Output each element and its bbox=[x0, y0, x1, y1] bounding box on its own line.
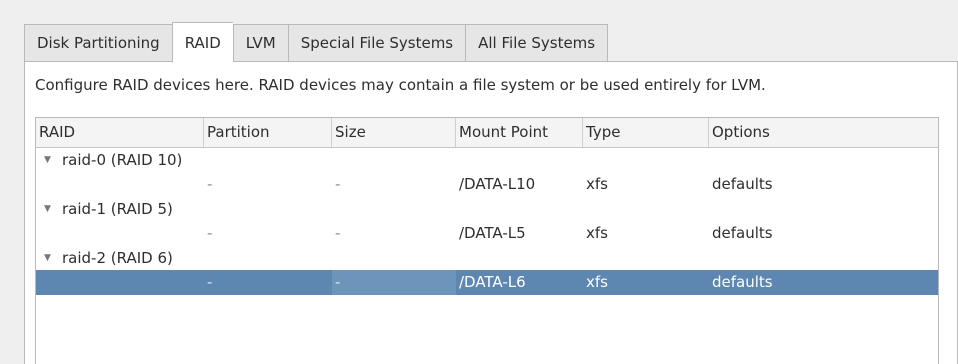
column-header-type[interactable]: Type bbox=[583, 118, 709, 147]
tab-raid[interactable]: RAID bbox=[171, 22, 233, 63]
column-header-mount-point[interactable]: Mount Point bbox=[456, 118, 583, 147]
raid-group-row[interactable]: ▼ raid-1 (RAID 5) bbox=[36, 197, 938, 221]
mount-point-cell: /DATA-L5 bbox=[459, 224, 526, 242]
column-header-size[interactable]: Size bbox=[332, 118, 456, 147]
raid-cell bbox=[36, 270, 204, 295]
type-cell: xfs bbox=[586, 175, 608, 193]
table-row[interactable]: - - /DATA-L10 xfs defaults bbox=[36, 172, 938, 197]
raid-device-label: raid-1 (RAID 5) bbox=[62, 200, 173, 218]
mount-point-cell: /DATA-L6 bbox=[459, 273, 526, 291]
tab-label: LVM bbox=[245, 34, 276, 52]
type-cell: xfs bbox=[586, 224, 608, 242]
tab-special-file-systems[interactable]: Special File Systems bbox=[287, 24, 466, 62]
raid-description: Configure RAID devices here. RAID device… bbox=[35, 76, 766, 94]
options-cell: defaults bbox=[712, 175, 773, 193]
column-header-partition[interactable]: Partition bbox=[204, 118, 332, 147]
size-cell: - bbox=[335, 175, 341, 193]
tree-header: RAID Partition Size Mount Point Type Opt… bbox=[36, 118, 938, 148]
raid-group-row[interactable]: ▼ raid-2 (RAID 6) bbox=[36, 246, 938, 270]
tab-label: RAID bbox=[184, 33, 221, 52]
raid-cell bbox=[36, 221, 204, 246]
raid-device-label: raid-2 (RAID 6) bbox=[62, 249, 173, 267]
expander-down-icon[interactable]: ▼ bbox=[44, 246, 62, 270]
tab-label: Disk Partitioning bbox=[37, 34, 160, 52]
options-cell: defaults bbox=[712, 224, 773, 242]
expander-down-icon[interactable]: ▼ bbox=[44, 148, 62, 172]
table-row[interactable]: - - /DATA-L5 xfs defaults bbox=[36, 221, 938, 246]
tab-bar: Disk Partitioning RAID LVM Special File … bbox=[24, 22, 609, 63]
expander-down-icon[interactable]: ▼ bbox=[44, 197, 62, 221]
tab-label: All File Systems bbox=[478, 34, 596, 52]
type-cell: xfs bbox=[586, 273, 608, 291]
raid-group-row[interactable]: ▼ raid-0 (RAID 10) bbox=[36, 148, 938, 172]
partition-cell: - bbox=[207, 175, 213, 193]
tab-all-file-systems[interactable]: All File Systems bbox=[465, 24, 609, 62]
size-cell: - bbox=[335, 224, 341, 242]
mount-point-cell: /DATA-L10 bbox=[459, 175, 536, 193]
column-header-raid[interactable]: RAID bbox=[36, 118, 204, 147]
column-header-options[interactable]: Options bbox=[709, 118, 938, 147]
tab-label: Special File Systems bbox=[300, 34, 454, 52]
raid-tree-view[interactable]: RAID Partition Size Mount Point Type Opt… bbox=[35, 117, 939, 364]
partition-cell: - bbox=[207, 273, 213, 291]
tab-lvm[interactable]: LVM bbox=[232, 24, 288, 62]
raid-device-label: raid-0 (RAID 10) bbox=[62, 151, 183, 169]
size-cell: - bbox=[332, 270, 456, 295]
tab-disk-partitioning[interactable]: Disk Partitioning bbox=[24, 24, 172, 62]
options-cell: defaults bbox=[712, 273, 773, 291]
table-row-selected[interactable]: - - /DATA-L6 xfs defaults bbox=[36, 270, 938, 295]
raid-panel: Configure RAID devices here. RAID device… bbox=[24, 61, 958, 364]
raid-cell bbox=[36, 172, 204, 197]
partition-cell: - bbox=[207, 224, 213, 242]
